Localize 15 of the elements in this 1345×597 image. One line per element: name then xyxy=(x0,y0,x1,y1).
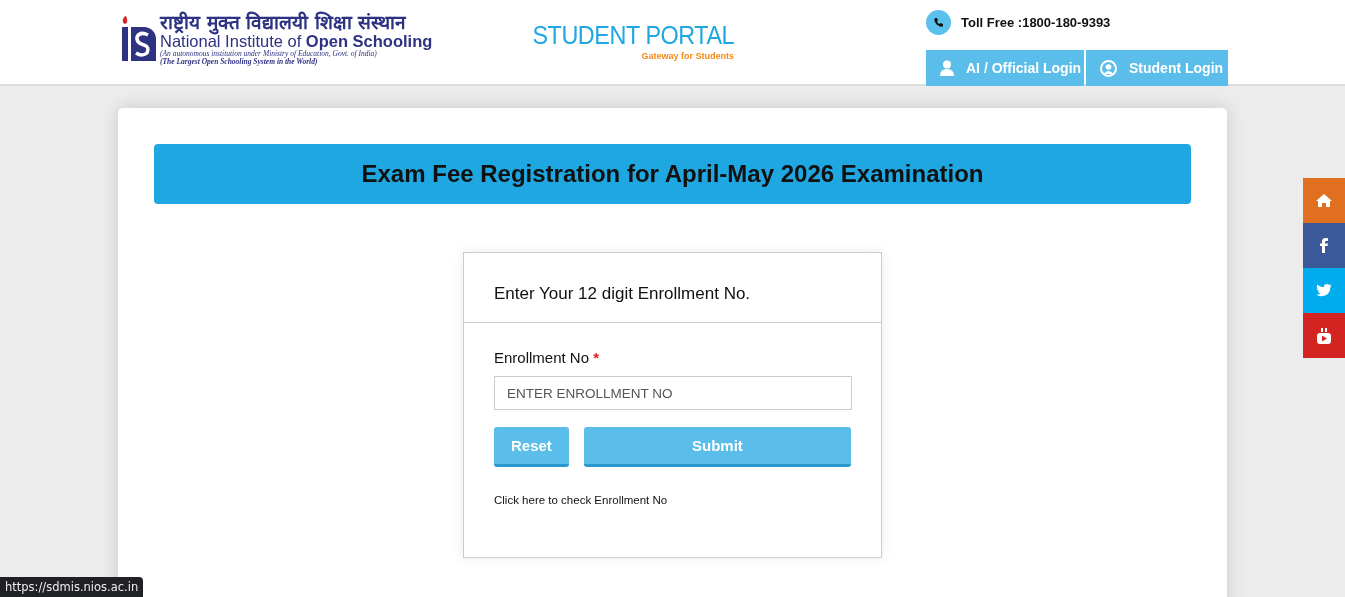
form-heading: Enter Your 12 digit Enrollment No. xyxy=(464,253,881,323)
field-label: Enrollment No xyxy=(494,349,590,366)
submit-button[interactable]: Submit xyxy=(583,427,851,467)
check-enrollment-link[interactable]: Click here to check Enrollment No xyxy=(494,494,668,506)
login-button[interactable]: Student Login xyxy=(1086,50,1228,86)
required-mark: * xyxy=(593,349,600,366)
reset-button[interactable]: Reset xyxy=(494,427,569,467)
enrollment-input-field[interactable]: ENTER ENROLLMENT NO xyxy=(494,376,852,410)
toll-free-number: Toll Free :1800-180-9393 xyxy=(961,14,1111,30)
institute-hindi-name: राष्ट्रीय मुक्त विद्यालयी शिक्षा संस्थान xyxy=(160,13,408,33)
portal-subtitle: Gateway for Students xyxy=(641,51,734,61)
portal-title: STUDENT PORTAL xyxy=(532,20,734,51)
status-url-tooltip: https://sdmis.nios.ac.in xyxy=(0,577,144,597)
page-title-banner: Exam Fee Registration for April-May 2026 Examination xyxy=(154,144,1191,204)
login-button[interactable]: AI / Official Login xyxy=(926,50,1084,86)
